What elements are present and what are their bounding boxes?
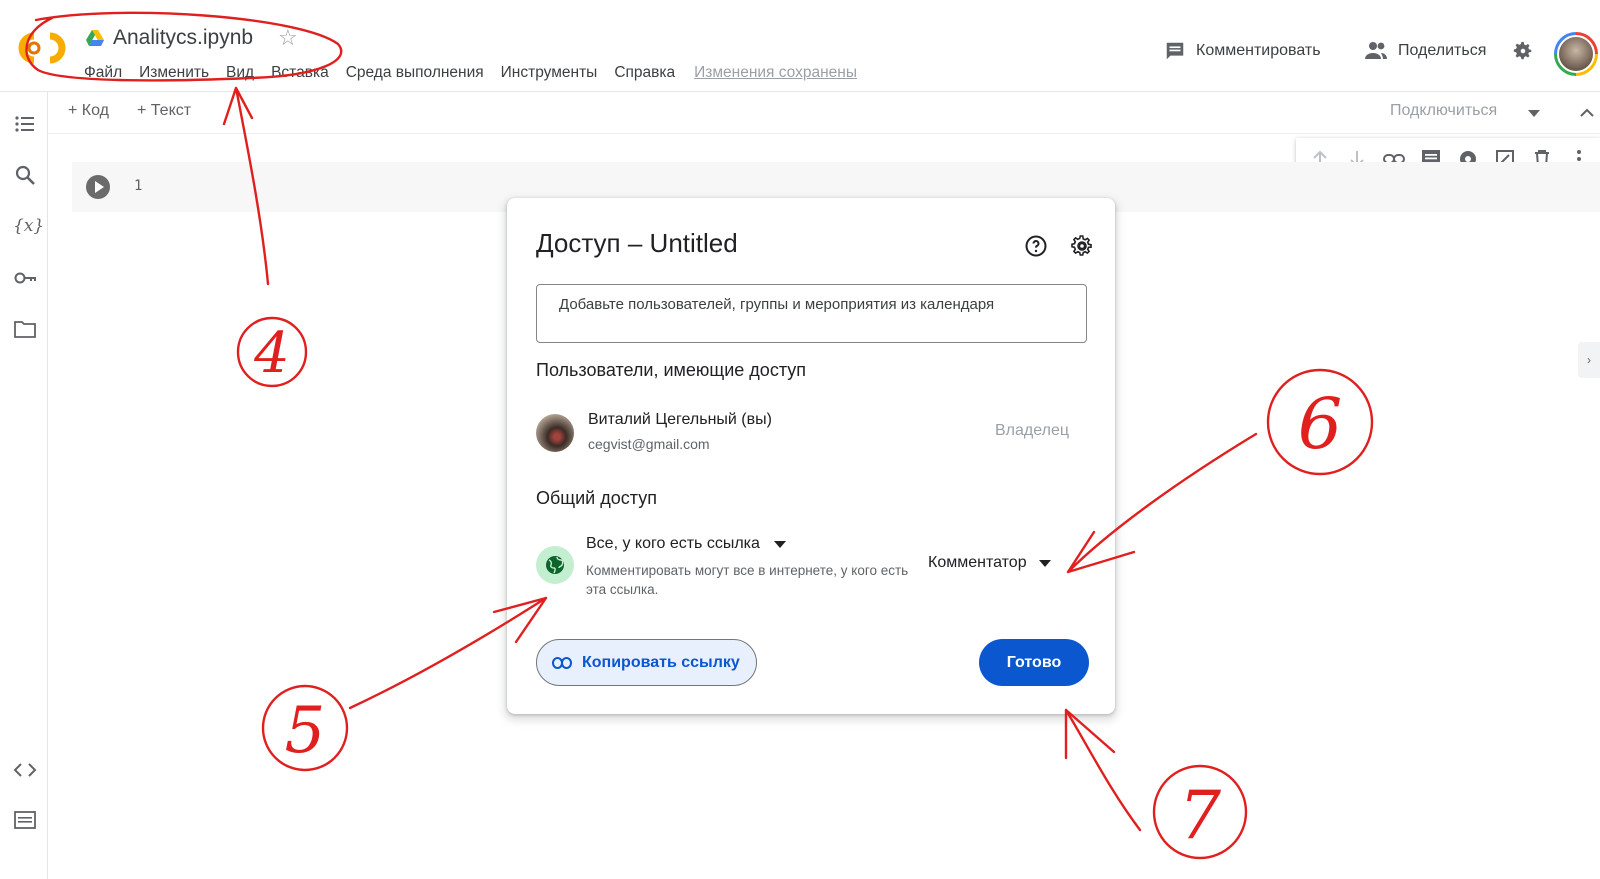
search-icon[interactable] — [13, 163, 37, 187]
link-scope-label: Все, у кого есть ссылка — [586, 535, 760, 552]
user-avatar — [536, 414, 574, 452]
globe-icon — [536, 546, 574, 584]
user-email: cegvist@gmail.com — [588, 436, 710, 452]
notebook-title[interactable]: Analitycs.ipynb — [113, 26, 253, 50]
terminal-icon[interactable] — [13, 808, 37, 832]
annotation-circle-5 — [261, 684, 349, 772]
code-snippets-icon[interactable] — [13, 758, 37, 782]
copy-link-button[interactable]: Копировать ссылку — [536, 639, 757, 686]
link-scope-caret-icon — [773, 540, 786, 548]
link-description: Комментировать могут все в интернете, у … — [586, 563, 909, 597]
variables-icon[interactable]: {x} — [13, 214, 44, 238]
notebook-toolbar: + Код + Текст Подключиться — [48, 92, 1600, 134]
annotation-circle-6 — [1266, 368, 1374, 476]
line-number: 1 — [134, 178, 143, 194]
link-scope-dropdown[interactable]: Все, у кого есть ссылка — [586, 535, 786, 553]
share-button[interactable]: Поделиться — [1364, 40, 1486, 62]
share-dialog: Доступ – Untitled Добавьте пользователей… — [507, 198, 1115, 714]
help-icon[interactable] — [1024, 234, 1048, 258]
connect-dropdown-icon[interactable] — [1528, 110, 1540, 117]
account-avatar[interactable] — [1554, 32, 1598, 76]
annotation-arrow-7 — [1064, 708, 1142, 832]
menu-tools[interactable]: Инструменты — [501, 64, 598, 82]
add-code-button[interactable]: + Код — [68, 102, 109, 120]
saved-status[interactable]: Изменения сохранены — [694, 64, 857, 82]
left-sidebar: {x} — [0, 92, 48, 879]
menu-runtime[interactable]: Среда выполнения — [346, 64, 484, 82]
dialog-title: Доступ – Untitled — [536, 228, 738, 258]
side-panel-toggle[interactable]: › — [1578, 342, 1600, 378]
link-role-caret-icon — [1038, 559, 1051, 567]
menu-help[interactable]: Справка — [614, 64, 675, 82]
people-with-access-heading: Пользователи, имеющие доступ — [536, 360, 807, 380]
user-name: Виталий Цегельный (вы) — [588, 411, 772, 428]
menu-bar: Файл Изменить Вид Вставка Среда выполнен… — [84, 64, 874, 82]
copy-link-label: Копировать ссылку — [582, 653, 740, 671]
done-button[interactable]: Готово — [979, 639, 1089, 686]
settings-gear-icon[interactable] — [1512, 40, 1534, 62]
comment-label: Комментировать — [1196, 42, 1321, 59]
annotation-label-7: 7 — [1179, 777, 1221, 854]
user-role-owner: Владелец — [995, 422, 1070, 439]
annotation-circle-4 — [236, 316, 308, 388]
folder-icon[interactable] — [13, 317, 37, 341]
link-role-label: Комментатор — [928, 554, 1027, 571]
table-of-contents-icon[interactable] — [13, 112, 37, 136]
app-header: Analitycs.ipynb ☆ Файл Изменить Вид Вста… — [0, 0, 1600, 92]
add-text-button[interactable]: + Текст — [137, 102, 191, 120]
add-people-input[interactable]: Добавьте пользователей, группы и меропри… — [536, 284, 1087, 343]
link-role-dropdown[interactable]: Комментатор — [928, 554, 1051, 572]
menu-insert[interactable]: Вставка — [271, 64, 329, 82]
colab-logo[interactable] — [14, 28, 70, 68]
menu-edit[interactable]: Изменить — [139, 64, 209, 82]
people-icon — [1365, 42, 1387, 59]
annotation-label-6: 6 — [1298, 383, 1343, 465]
menu-view[interactable]: Вид — [226, 64, 254, 82]
comment-button[interactable]: Комментировать — [1164, 40, 1321, 62]
annotation-label-5: 5 — [285, 694, 326, 768]
star-icon[interactable]: ☆ — [278, 27, 298, 49]
annotation-label-4: 4 — [253, 321, 290, 386]
share-settings-gear-icon[interactable] — [1070, 234, 1094, 258]
share-label: Поделиться — [1398, 42, 1487, 59]
comment-icon — [1166, 42, 1184, 60]
menu-file[interactable]: Файл — [84, 64, 122, 82]
drive-icon — [86, 30, 104, 46]
general-access-heading: Общий доступ — [536, 488, 657, 508]
collapse-chevron-icon[interactable] — [1578, 104, 1596, 122]
key-icon[interactable] — [13, 266, 37, 290]
run-cell-icon[interactable] — [86, 175, 110, 199]
link-icon — [552, 656, 572, 669]
annotation-circle-7 — [1152, 764, 1248, 860]
connect-button[interactable]: Подключиться — [1390, 102, 1497, 120]
